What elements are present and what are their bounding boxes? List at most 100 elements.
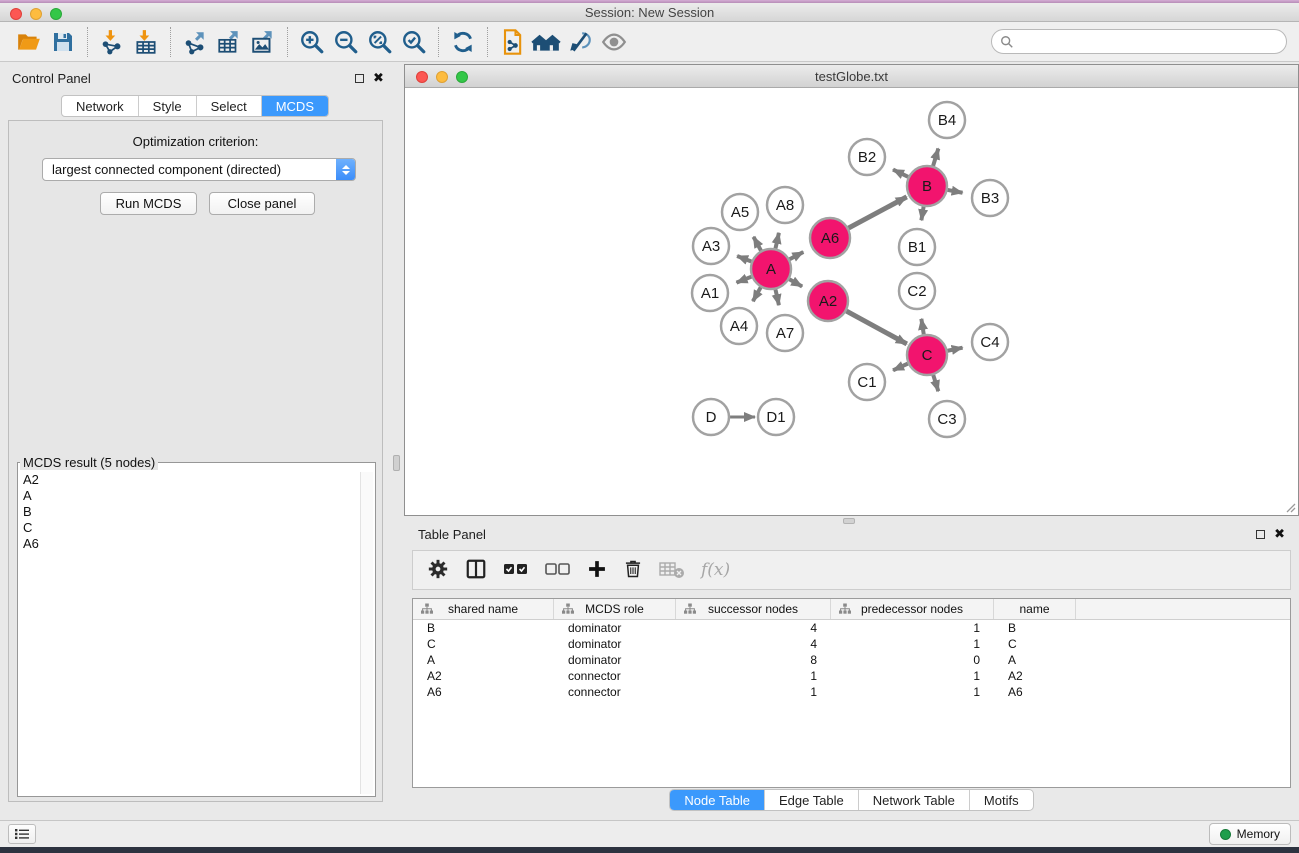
node-B3[interactable]: B3 [972,180,1008,216]
tab-mcds[interactable]: MCDS [261,96,328,116]
import-network-button[interactable] [95,26,129,58]
edge-A-A1[interactable] [736,277,751,283]
node-A1[interactable]: A1 [692,275,728,311]
node-A5[interactable]: A5 [722,194,758,230]
resize-grip-icon[interactable] [1284,501,1296,513]
edge-A-A5[interactable] [753,237,760,251]
edge-C-C1[interactable] [893,364,908,371]
node-A2[interactable]: A2 [808,281,848,321]
network-canvas[interactable]: B4B2BB3A5A8A6A3B1AA1C2A2A4A7C4CC1C3DD1 [405,88,1298,515]
function-builder-button[interactable]: f(x) [701,560,730,580]
float-panel-icon[interactable] [355,74,364,83]
memory-button[interactable]: Memory [1209,823,1291,845]
show-hide-button[interactable] [597,26,631,58]
edge-A-A3[interactable] [737,256,751,261]
tab-motifs[interactable]: Motifs [969,790,1033,810]
column-header-successor-nodes[interactable]: successor nodes [676,599,831,619]
select-all-button[interactable] [503,560,529,581]
edge-A-A4[interactable] [753,287,761,301]
edge-C-C4[interactable] [948,348,963,351]
table-settings-button[interactable] [427,558,449,583]
result-item[interactable]: A6 [20,536,359,552]
edge-B-B3[interactable] [948,190,963,193]
edge-C-C3[interactable] [933,375,938,391]
result-item[interactable]: C [20,520,359,536]
export-table-button[interactable] [212,26,246,58]
node-C[interactable]: C [907,335,947,375]
edge-B-B1[interactable] [921,207,923,221]
zoom-in-button[interactable] [295,26,329,58]
table-row[interactable]: A6connector11A6 [413,684,1290,700]
edge-B-B2[interactable] [893,170,908,177]
edge-A-A7[interactable] [775,290,778,306]
result-item[interactable]: A [20,488,359,504]
home-button[interactable] [529,26,563,58]
tab-node-table[interactable]: Node Table [670,790,764,810]
column-header-predecessor-nodes[interactable]: predecessor nodes [831,599,994,619]
zoom-out-button[interactable] [329,26,363,58]
delete-table-button[interactable] [659,559,685,582]
node-A[interactable]: A [751,249,791,289]
node-C4[interactable]: C4 [972,324,1008,360]
task-history-button[interactable] [8,824,36,844]
edge-B-B4[interactable] [933,148,938,165]
result-item[interactable]: B [20,504,359,520]
edge-C-C2[interactable] [921,319,923,334]
node-B2[interactable]: B2 [849,139,885,175]
node-B4[interactable]: B4 [929,102,965,138]
node-C2[interactable]: C2 [899,273,935,309]
network-graph[interactable]: B4B2BB3A5A8A6A3B1AA1C2A2A4A7C4CC1C3DD1 [405,88,1298,515]
table-row[interactable]: A2connector11A2 [413,668,1290,684]
node-A7[interactable]: A7 [767,315,803,351]
table-row[interactable]: Adominator80A [413,652,1290,668]
new-network-from-selection-button[interactable] [495,26,529,58]
save-session-button[interactable] [46,26,80,58]
close-panel-button[interactable]: Close panel [209,192,315,215]
close-panel-icon[interactable]: ✖ [373,73,384,83]
criterion-select[interactable]: largest connected component (directed) [42,158,356,181]
column-header-shared-name[interactable]: shared name [413,599,554,619]
column-header-MCDS-role[interactable]: MCDS role [554,599,676,619]
import-table-button[interactable] [129,26,163,58]
tab-network[interactable]: Network [62,96,138,116]
result-item[interactable]: A2 [20,472,359,488]
edge-A-A2[interactable] [789,279,802,286]
search-input[interactable] [1014,32,1286,52]
deselect-all-button[interactable] [545,560,571,581]
node-B[interactable]: B [907,166,947,206]
tab-style[interactable]: Style [138,96,196,116]
edge-A-A8[interactable] [775,233,778,249]
horizontal-divider-handle[interactable] [843,518,855,524]
node-C3[interactable]: C3 [929,401,965,437]
node-D1[interactable]: D1 [758,399,794,435]
tab-network-table[interactable]: Network Table [858,790,969,810]
open-session-button[interactable] [12,26,46,58]
float-table-panel-icon[interactable] [1256,530,1265,539]
run-mcds-button[interactable]: Run MCDS [100,192,197,215]
table-row[interactable]: Bdominator41B [413,620,1290,636]
close-table-panel-icon[interactable]: ✖ [1274,529,1285,539]
result-scrollbar[interactable] [360,472,373,794]
node-A4[interactable]: A4 [721,308,757,344]
table-row[interactable]: Cdominator41C [413,636,1290,652]
edge-A2-C[interactable] [846,311,906,344]
tab-edge-table[interactable]: Edge Table [764,790,858,810]
tab-select[interactable]: Select [196,96,261,116]
refresh-button[interactable] [446,26,480,58]
node-B1[interactable]: B1 [899,229,935,265]
mcds-result-list[interactable]: A2ABCA6 [20,472,359,794]
panel-divider-handle[interactable] [393,455,400,471]
node-C1[interactable]: C1 [849,364,885,400]
node-D[interactable]: D [693,399,729,435]
column-view-button[interactable] [465,558,487,583]
column-header-name[interactable]: name [994,599,1076,619]
export-network-button[interactable] [178,26,212,58]
edge-A6-B[interactable] [849,197,907,228]
node-A3[interactable]: A3 [693,228,729,264]
add-column-button[interactable] [587,559,607,582]
export-image-button[interactable] [246,26,280,58]
edge-A-A6[interactable] [790,252,804,259]
style-disable-button[interactable] [563,26,597,58]
zoom-fit-button[interactable] [363,26,397,58]
delete-column-button[interactable] [623,559,643,582]
